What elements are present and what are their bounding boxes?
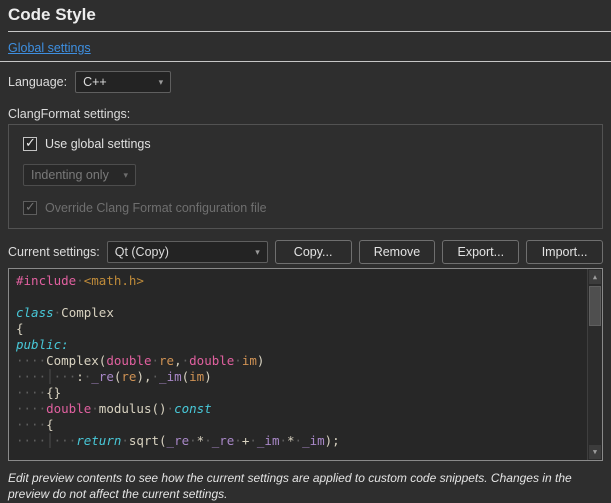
import-button[interactable]: Import... (526, 240, 603, 264)
check-icon: ✓ (25, 135, 36, 151)
scrollbar-thumb[interactable] (589, 286, 601, 326)
clangformat-mode-selected-value: Indenting only (31, 168, 109, 182)
clangformat-mode-row: Indenting only ▾ (23, 164, 588, 186)
use-global-settings-label: Use global settings (45, 137, 151, 151)
language-select[interactable]: C++ ▾ (75, 71, 171, 93)
code-line (16, 289, 582, 305)
chevron-down-icon: ▾ (255, 247, 260, 258)
scroll-down-icon[interactable]: ▼ (589, 445, 601, 459)
check-icon: ✓ (25, 199, 36, 215)
scroll-up-icon[interactable]: ▲ (589, 270, 601, 284)
page-title: Code Style (8, 5, 603, 25)
code-line: ····│···return·sqrt(_re·*·_re·+·_im·*·_i… (16, 433, 582, 449)
code-preview-editor[interactable]: #include·<math.h> class·Complex{public:·… (8, 268, 603, 461)
use-global-settings-row: ✓ Use global settings (23, 137, 588, 151)
clangformat-mode-select: Indenting only ▾ (23, 164, 136, 186)
export-button[interactable]: Export... (442, 240, 519, 264)
code-style-page: Code Style Global settings Language: C++… (0, 5, 611, 502)
clangformat-settings-label: ClangFormat settings: (8, 107, 603, 121)
code-line: ····{ (16, 417, 582, 433)
clangformat-groupbox: ✓ Use global settings Indenting only ▾ ✓… (8, 124, 603, 229)
code-line: #include·<math.h> (16, 273, 582, 289)
current-settings-select[interactable]: Qt (Copy) ▾ (107, 241, 268, 263)
copy-button[interactable]: Copy... (275, 240, 352, 264)
code-line: public: (16, 337, 582, 353)
remove-button[interactable]: Remove (359, 240, 436, 264)
chevron-down-icon: ▾ (159, 77, 164, 88)
current-settings-label: Current settings: (8, 245, 100, 259)
code-line: ····double·modulus()·const (16, 401, 582, 417)
language-label: Language: (8, 75, 67, 89)
override-config-checkbox: ✓ (23, 201, 37, 215)
language-row: Language: C++ ▾ (8, 71, 603, 93)
language-selected-value: C++ (83, 75, 107, 89)
title-divider (8, 31, 611, 32)
override-config-label: Override Clang Format configuration file (45, 201, 267, 215)
code-line: { (16, 321, 582, 337)
current-settings-selected-value: Qt (Copy) (115, 245, 169, 259)
current-settings-row: Current settings: Qt (Copy) ▾ Copy... Re… (8, 240, 603, 264)
code-line: ····{} (16, 385, 582, 401)
code-line: class·Complex (16, 305, 582, 321)
code-line: ····│···:·_re(re),·_im(im) (16, 369, 582, 385)
use-global-settings-checkbox[interactable]: ✓ (23, 137, 37, 151)
code-line: ····Complex(double·re,·double·im) (16, 353, 582, 369)
editor-vertical-scrollbar[interactable]: ▲ ▼ (587, 269, 602, 460)
global-settings-link[interactable]: Global settings (8, 41, 91, 55)
override-config-row: ✓ Override Clang Format configuration fi… (23, 201, 588, 215)
code-lines: #include·<math.h> class·Complex{public:·… (9, 269, 602, 449)
chevron-down-icon: ▾ (123, 170, 128, 181)
link-divider (0, 61, 611, 62)
